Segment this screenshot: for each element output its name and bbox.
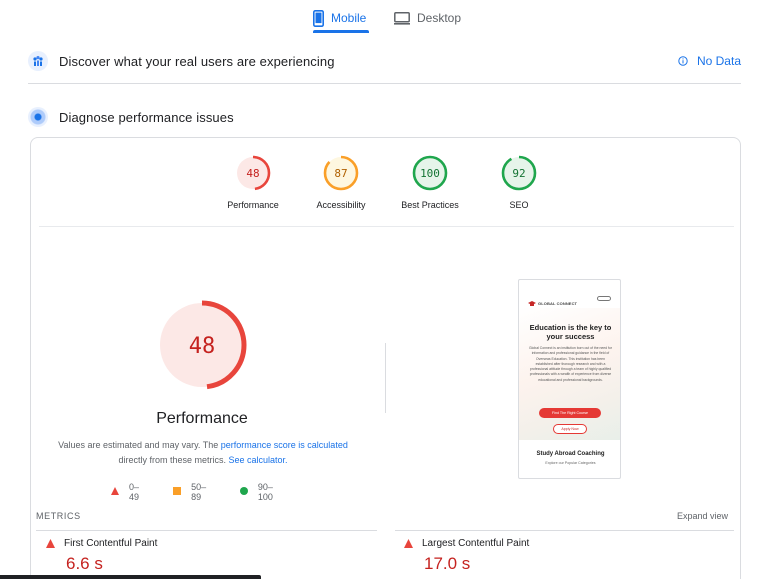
legend-average-range: 50–89 (191, 482, 207, 502)
no-data-status[interactable]: No Data (678, 54, 741, 68)
square-icon (173, 487, 182, 497)
monitor-icon (394, 11, 410, 25)
info-icon (678, 56, 688, 66)
gauge-best-practices-score: 100 (420, 167, 440, 180)
tab-mobile[interactable]: Mobile (313, 6, 366, 30)
metrics-heading: METRICS (36, 511, 81, 521)
vertical-divider (385, 343, 386, 413)
poor-triangle-icon (404, 539, 413, 548)
diagnose-title: Diagnose performance issues (59, 109, 234, 125)
gauge-best-practices-ring: 100 (412, 155, 448, 191)
metric-fcp-name: First Contentful Paint (64, 538, 158, 549)
thumbnail-section-title: Study Abroad Coaching (536, 451, 605, 457)
gauge-performance-ring: 48 (235, 155, 271, 191)
gauge-accessibility-score: 87 (334, 167, 347, 180)
thumbnail-section-subtitle: Explore our Popular Categories (545, 461, 596, 465)
section-divider (28, 83, 741, 84)
thumbnail-find-course-button: Find The Right Course (539, 408, 601, 418)
legend-good: 90–100 (239, 482, 283, 502)
triangle-icon (111, 487, 119, 497)
page-screenshot-thumbnail[interactable]: GLOBAL CONNECT Education is the key to y… (518, 279, 621, 479)
performance-note: Values are estimated and may vary. The p… (55, 438, 351, 468)
thumbnail-menu-toggle (597, 296, 611, 301)
thumbnail-body: Global Connect is an institution born ou… (529, 346, 612, 382)
no-data-label: No Data (696, 54, 741, 68)
legend-poor-range: 0–49 (129, 482, 140, 502)
metric-lcp-value: 17.0 s (424, 554, 471, 573)
gauge-performance[interactable]: 48 Performance (213, 155, 293, 210)
tab-desktop-label: Desktop (417, 11, 462, 25)
bottom-overlay-bar (0, 575, 261, 579)
thumbnail-headline: Education is the key to your success (529, 323, 612, 341)
metric-lcp-name: Largest Contentful Paint (422, 538, 530, 549)
metrics-divider-left (36, 530, 377, 531)
score-calculated-link[interactable]: performance score is calculated (221, 440, 348, 450)
thumbnail-brand: GLOBAL CONNECT (538, 300, 578, 306)
diagnose-header: Diagnose performance issues (28, 104, 741, 130)
thumbnail-apply-button: Apply Now (553, 424, 587, 434)
circle-icon (239, 487, 248, 497)
note-text-2: directly from these metrics. (118, 455, 229, 465)
phone-icon (313, 9, 324, 27)
gauge-seo-score: 92 (512, 167, 525, 180)
gauge-accessibility-ring: 87 (323, 155, 359, 191)
legend-average: 50–89 (173, 482, 212, 502)
score-legend: 0–49 50–89 90–100 (111, 482, 311, 502)
category-gauges: 48 Performance 87 Accessibility 100 Best… (31, 138, 742, 226)
see-calculator-link[interactable]: See calculator. (228, 455, 287, 465)
gauge-performance-score: 48 (246, 167, 259, 180)
legend-good-range: 90–100 (257, 482, 273, 502)
performance-main-gauge: 48 (157, 300, 247, 390)
gauge-accessibility[interactable]: 87 Accessibility (301, 155, 381, 210)
graduation-cap-icon (528, 294, 536, 312)
card-divider (39, 226, 734, 227)
metric-lcp: Largest Contentful Paint 17.0 s (404, 538, 529, 574)
performance-main-score: 48 (189, 334, 216, 359)
lighthouse-report-card: 48 Performance 87 Accessibility 100 Best… (30, 137, 741, 579)
device-tabs: Mobile Desktop (0, 0, 768, 34)
lab-icon (28, 107, 48, 127)
performance-main-title: Performance (156, 410, 248, 427)
poor-triangle-icon (46, 539, 55, 548)
expand-view-toggle[interactable]: Expand view (677, 511, 728, 521)
gauge-seo-ring: 92 (501, 155, 537, 191)
active-tab-indicator (313, 30, 369, 33)
thumbnail-logo: GLOBAL CONNECT (528, 294, 577, 312)
people-icon (28, 51, 48, 71)
gauge-accessibility-label: Accessibility (316, 200, 366, 210)
legend-poor: 0–49 (111, 482, 145, 502)
gauge-seo-label: SEO (509, 200, 529, 210)
gauge-seo[interactable]: 92 SEO (479, 155, 559, 210)
field-data-title: Discover what your real users are experi… (59, 53, 335, 69)
gauge-performance-label: Performance (227, 200, 279, 210)
field-data-header: Discover what your real users are experi… (28, 48, 741, 74)
note-text-1: Values are estimated and may vary. The (58, 440, 221, 450)
gauge-best-practices[interactable]: 100 Best Practices (390, 155, 470, 210)
metrics-divider-right (395, 530, 734, 531)
tab-desktop[interactable]: Desktop (394, 6, 461, 30)
metric-fcp-value: 6.6 s (66, 554, 103, 573)
tab-mobile-label: Mobile (331, 11, 367, 25)
metric-fcp: First Contentful Paint 6.6 s (46, 538, 157, 574)
gauge-best-practices-label: Best Practices (401, 200, 459, 210)
